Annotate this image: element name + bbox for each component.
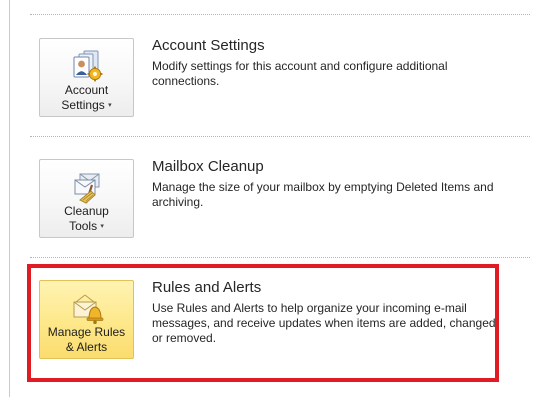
account-settings-label-line1: Account xyxy=(64,83,109,97)
cleanup-tools-label: Cleanup Tools ▾ xyxy=(40,204,133,234)
manage-rules-alerts-label: Manage Rules & Alerts xyxy=(40,325,133,355)
manage-rules-alerts-button[interactable]: Manage Rules & Alerts xyxy=(39,280,134,359)
section-separator xyxy=(30,136,530,137)
manage-rules-alerts-label-line1: Manage Rules xyxy=(47,325,126,339)
rules-alerts-title: Rules and Alerts xyxy=(152,279,262,296)
cleanup-tools-label-line1: Cleanup xyxy=(64,204,109,218)
account-settings-label: Account Settings ▾ xyxy=(40,83,133,113)
cleanup-tools-label-line2: Tools xyxy=(69,219,98,233)
account-settings-button[interactable]: Account Settings ▾ xyxy=(39,38,134,117)
mailbox-cleanup-title: Mailbox Cleanup xyxy=(152,158,264,175)
manage-rules-alerts-label-line2: & Alerts xyxy=(65,340,108,354)
cleanup-tools-icon xyxy=(74,173,99,204)
chevron-down-icon: ▾ xyxy=(100,223,104,230)
mailbox-cleanup-description: Manage the size of your mailbox by empty… xyxy=(152,180,494,209)
chevron-down-icon: ▾ xyxy=(108,102,112,109)
section-separator xyxy=(30,14,530,15)
account-settings-icon xyxy=(73,50,102,82)
left-panel-border xyxy=(9,0,10,397)
manage-rules-alerts-icon xyxy=(73,294,103,324)
backstage-info-panel: Account Settings ▾ Account Settings Modi… xyxy=(0,0,536,397)
account-settings-title: Account Settings xyxy=(152,37,265,54)
rules-alerts-description: Use Rules and Alerts to help organize yo… xyxy=(152,301,499,345)
section-separator xyxy=(30,257,530,258)
account-settings-label-line2: Settings xyxy=(61,98,105,112)
account-settings-description: Modify settings for this account and con… xyxy=(152,59,448,88)
cleanup-tools-button[interactable]: Cleanup Tools ▾ xyxy=(39,159,134,238)
